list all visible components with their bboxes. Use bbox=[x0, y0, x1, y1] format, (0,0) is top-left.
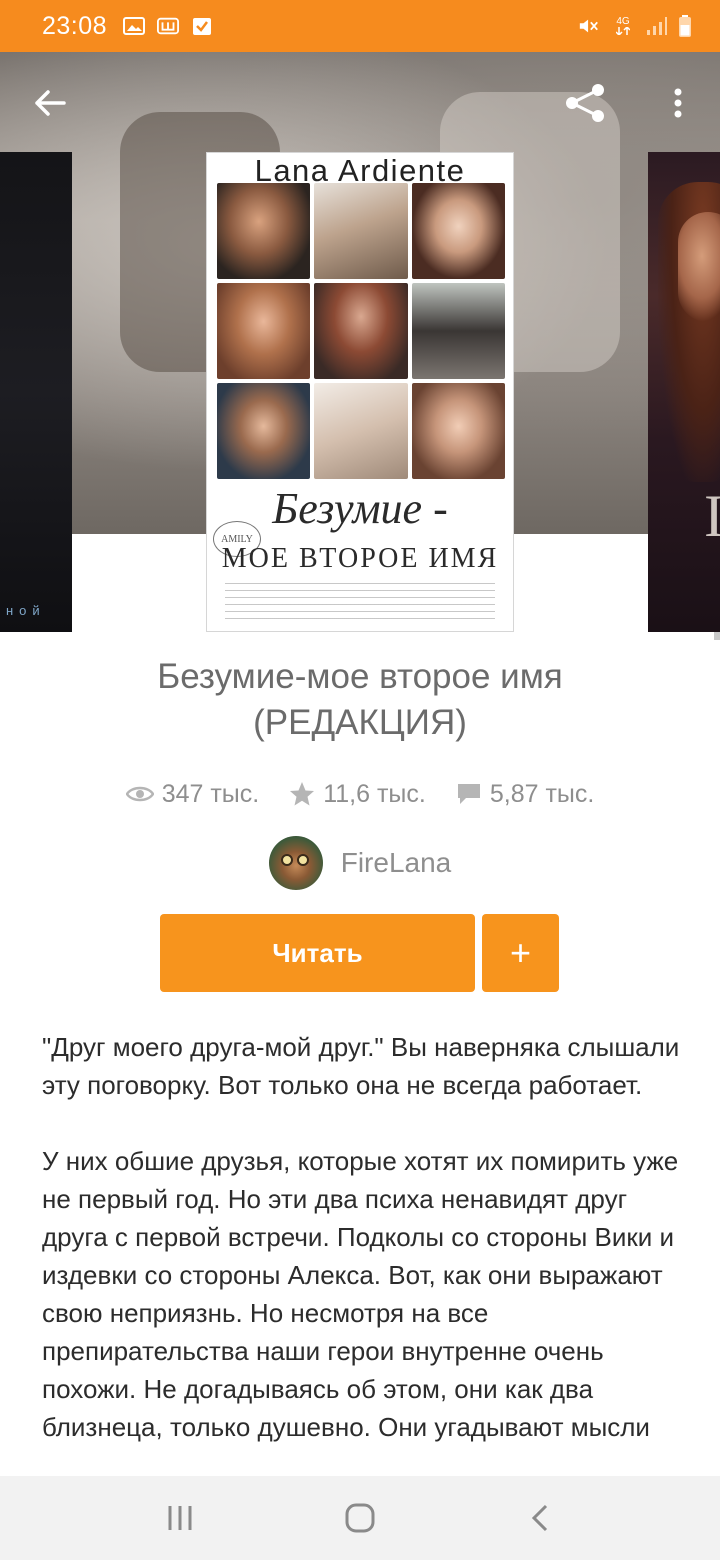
comments-stat: 5,87 тыс. bbox=[456, 780, 594, 809]
mute-icon bbox=[578, 16, 600, 36]
cover-photo bbox=[314, 183, 408, 279]
book-cover[interactable]: Lana Ardiente AMILY Безумие - МОЕ ВТОРОЕ… bbox=[206, 152, 514, 632]
status-system-icons: 4G bbox=[578, 15, 692, 37]
read-button[interactable]: Читать bbox=[160, 914, 475, 992]
scroll-indicator bbox=[714, 632, 720, 640]
votes-stat: 11,6 тыс. bbox=[289, 780, 426, 809]
arrow-left-icon bbox=[35, 90, 66, 116]
battery-icon bbox=[678, 15, 692, 37]
reads-count: 347 тыс. bbox=[161, 779, 260, 808]
image-icon bbox=[123, 16, 146, 36]
check-icon bbox=[191, 16, 213, 36]
more-vert-icon bbox=[674, 88, 682, 118]
shop-icon bbox=[157, 16, 180, 36]
cover-photo bbox=[217, 383, 311, 479]
recents-icon bbox=[168, 1506, 192, 1530]
star-icon bbox=[290, 782, 315, 806]
cover-art-face bbox=[678, 212, 720, 322]
cover-photo bbox=[411, 383, 505, 479]
back-button[interactable] bbox=[20, 78, 80, 128]
nav-back-icon bbox=[531, 1504, 548, 1532]
cover-photo bbox=[314, 383, 408, 479]
status-time: 23:08 bbox=[42, 11, 108, 40]
author-avatar[interactable] bbox=[268, 836, 323, 890]
previous-book-cover[interactable]: ной bbox=[0, 152, 72, 632]
status-notification-icons bbox=[123, 16, 213, 36]
author-row[interactable]: FireLana bbox=[0, 836, 720, 890]
book-title: Безумие-мое второе имя (РЕДАКЦИЯ) bbox=[157, 657, 563, 742]
avatar-eye bbox=[296, 854, 309, 866]
cover-art-letter: I bbox=[704, 483, 720, 549]
reads-stat: 347 тыс. bbox=[125, 779, 260, 809]
home-button[interactable] bbox=[320, 1488, 400, 1548]
system-navigation-bar bbox=[0, 1476, 720, 1560]
book-description: "Друг моего друга-мой друг." Вы наверняк… bbox=[42, 1028, 680, 1476]
book-stats: 347 тыс. 11,6 тыс. 5,87 тыс. bbox=[0, 774, 720, 814]
cover-subtitle-text: МОЕ ВТОРОЕ ИМЯ bbox=[221, 543, 499, 574]
share-icon bbox=[566, 84, 604, 122]
description-paragraph: "Друг моего друга-мой друг." Вы наверняк… bbox=[42, 1032, 680, 1100]
cover-credits bbox=[225, 583, 495, 623]
cover-photo bbox=[314, 283, 408, 379]
votes-count: 11,6 тыс. bbox=[323, 779, 426, 808]
author-name[interactable]: FireLana bbox=[341, 847, 452, 879]
cover-photo bbox=[217, 283, 311, 379]
eye-icon bbox=[125, 786, 154, 802]
more-options-button[interactable] bbox=[648, 78, 708, 128]
cover-title-text: Безумие - bbox=[272, 484, 448, 533]
avatar-eye bbox=[280, 854, 293, 866]
home-icon bbox=[345, 1503, 375, 1533]
side-cover-text: ной bbox=[6, 603, 46, 618]
system-back-button[interactable] bbox=[500, 1488, 580, 1548]
share-button[interactable] bbox=[556, 78, 616, 128]
cover-photo bbox=[411, 283, 505, 379]
cover-photo bbox=[217, 183, 311, 279]
comments-count: 5,87 тыс. bbox=[489, 779, 595, 808]
network-4g-icon: 4G bbox=[610, 16, 636, 36]
next-book-cover[interactable]: I bbox=[648, 152, 720, 632]
recents-button[interactable] bbox=[140, 1488, 220, 1548]
comment-icon bbox=[457, 784, 480, 804]
description-paragraph: У них обшие друзья, которые хотят их пом… bbox=[42, 1146, 679, 1442]
signal-icon bbox=[646, 16, 668, 36]
status-bar: 23:08 4G bbox=[0, 0, 720, 52]
add-to-library-button[interactable]: + bbox=[482, 914, 559, 992]
network-label: 4G bbox=[616, 16, 630, 27]
cover-photo bbox=[411, 183, 505, 279]
